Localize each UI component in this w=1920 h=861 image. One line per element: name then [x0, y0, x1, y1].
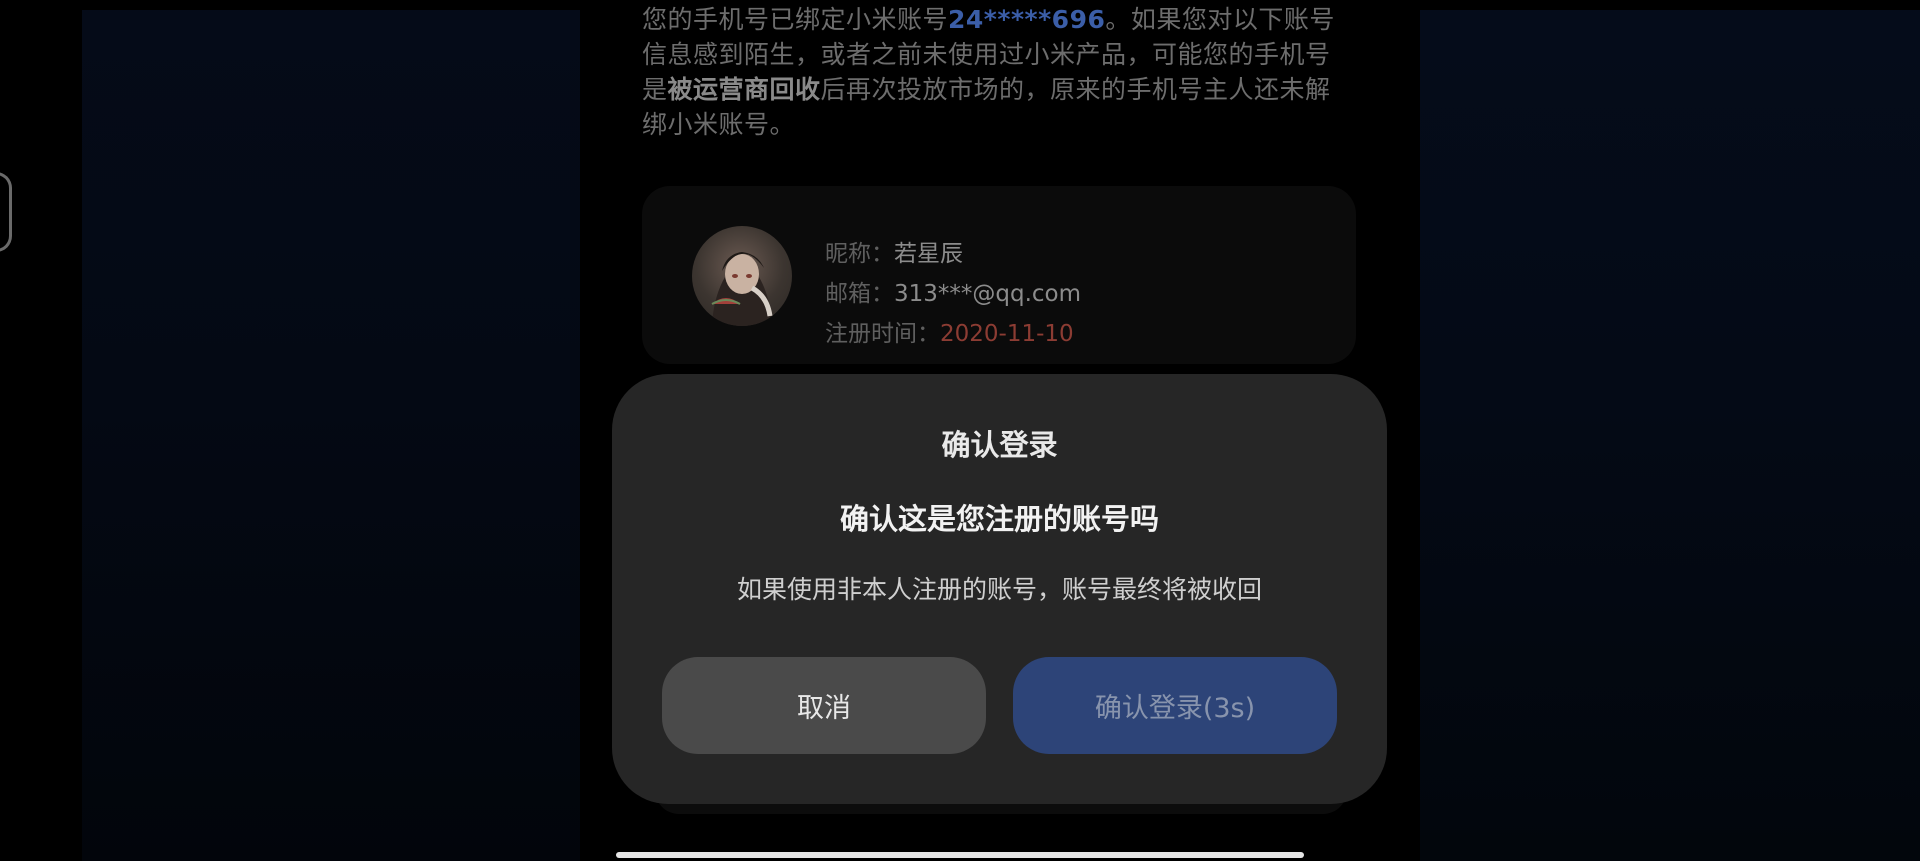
- masked-account-number: 24*****696: [948, 5, 1106, 34]
- account-info-card: 昵称：若星辰 邮箱：313***@qq.com 注册时间：2020-11-10: [642, 186, 1356, 364]
- background-panel-right: [1420, 10, 1920, 861]
- edge-handle-icon[interactable]: [0, 172, 12, 252]
- confirm-login-dialog: 确认登录 确认这是您注册的账号吗 如果使用非本人注册的账号，账号最终将被收回 取…: [612, 374, 1387, 804]
- avatar-image-icon: [711, 252, 773, 326]
- cancel-button[interactable]: 取消: [662, 657, 986, 754]
- binding-notice: 您的手机号已绑定小米账号24*****696。如果您对以下账号信息感到陌生，或者…: [642, 2, 1342, 142]
- notice-text-1: 您的手机号已绑定小米账号: [642, 5, 949, 34]
- dialog-warning: 如果使用非本人注册的账号，账号最终将被收回: [736, 575, 1262, 604]
- avatar: [692, 226, 792, 326]
- dialog-title: 确认登录: [941, 428, 1058, 462]
- register-date-row: 注册时间：2020-11-10: [825, 314, 1074, 348]
- screen: 您的手机号已绑定小米账号24*****696。如果您对以下账号信息感到陌生，或者…: [0, 0, 1920, 861]
- email-row: 邮箱：313***@qq.com: [825, 274, 1081, 308]
- nickname-value: 若星辰: [894, 241, 963, 267]
- register-date-value: 2020-11-10: [940, 321, 1074, 347]
- email-label: 邮箱：: [825, 281, 894, 307]
- dialog-question: 确认这是您注册的账号吗: [839, 502, 1159, 536]
- notice-emphasis: 被运营商回收: [667, 75, 821, 104]
- register-date-label: 注册时间：: [825, 321, 940, 347]
- nickname-label: 昵称：: [825, 241, 894, 267]
- home-indicator[interactable]: [616, 852, 1304, 858]
- nickname-row: 昵称：若星辰: [825, 234, 963, 268]
- email-value: 313***@qq.com: [894, 281, 1082, 307]
- confirm-login-button[interactable]: 确认登录(3s): [1013, 657, 1337, 754]
- background-panel-left: [82, 10, 580, 861]
